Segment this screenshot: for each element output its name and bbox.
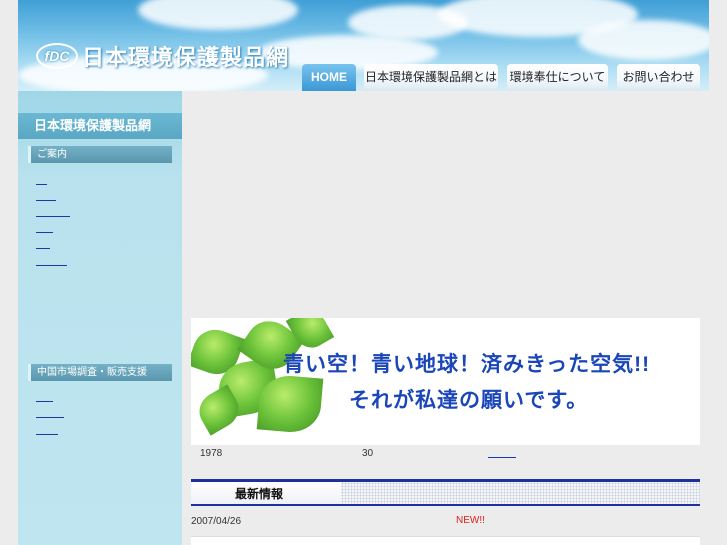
- sidebar-title: 日本環境保護製品網: [18, 113, 182, 139]
- banner-slogan-line2: それが私達の願いです。: [349, 389, 589, 412]
- main-content: 青い空！青い地球！済みきった空気!! それが私達の願いです。 1978 30 最…: [191, 91, 700, 545]
- sidebar-section-guide: ご案内: [28, 146, 172, 163]
- news-title-box: 最新情報: [191, 482, 341, 504]
- news-new-badge: NEW!!: [456, 515, 485, 526]
- sidebar-link[interactable]: [36, 401, 53, 402]
- slogan-banner: 青い空！青い地球！済みきった空気!! それが私達の願いです。: [191, 318, 700, 445]
- sidebar-link[interactable]: [36, 232, 53, 233]
- nav-tab-about[interactable]: 日本環境保護製品網とは: [364, 64, 498, 91]
- site-logo[interactable]: fDC 日本環境保護製品網: [36, 40, 289, 72]
- sidebar-link[interactable]: [36, 248, 50, 249]
- site-name: 日本環境保護製品網: [82, 45, 290, 70]
- banner-slogan-line1: 青い空！青い地球！済みきった空気!!: [283, 353, 651, 376]
- info-link[interactable]: [488, 457, 516, 458]
- sidebar-link[interactable]: [36, 434, 58, 435]
- news-header: 最新情報: [191, 479, 700, 506]
- sidebar-link[interactable]: [36, 184, 47, 185]
- info-number: 30: [362, 448, 374, 459]
- cloud-decoration: [138, 0, 298, 30]
- news-header-pattern: [341, 482, 700, 504]
- info-year: 1978: [200, 448, 223, 459]
- page: fDC 日本環境保護製品網 HOME 日本環境保護製品網とは 環境奉仕について …: [0, 0, 727, 545]
- sidebar-section-china-market: 中国市場調査・販売支援: [28, 364, 172, 381]
- nav-tab-contact[interactable]: お問い合わせ: [617, 64, 700, 91]
- sidebar-link[interactable]: [36, 200, 56, 201]
- sidebar-link[interactable]: [36, 265, 67, 266]
- sidebar-link[interactable]: [36, 216, 70, 217]
- logo-mark: fDC: [36, 43, 78, 69]
- site-header: fDC 日本環境保護製品網 HOME 日本環境保護製品網とは 環境奉仕について …: [18, 0, 709, 91]
- sidebar: 日本環境保護製品網 ご案内 中国市場調査・販売支援: [18, 91, 182, 545]
- news-list-area: [191, 536, 700, 545]
- news-item-date: 2007/04/26: [191, 516, 242, 527]
- nav-tab-service[interactable]: 環境奉仕について: [507, 64, 608, 91]
- sidebar-link[interactable]: [36, 417, 64, 418]
- cloud-decoration: [578, 20, 709, 60]
- news-title: 最新情報: [235, 487, 284, 501]
- nav-tab-home[interactable]: HOME: [302, 64, 356, 91]
